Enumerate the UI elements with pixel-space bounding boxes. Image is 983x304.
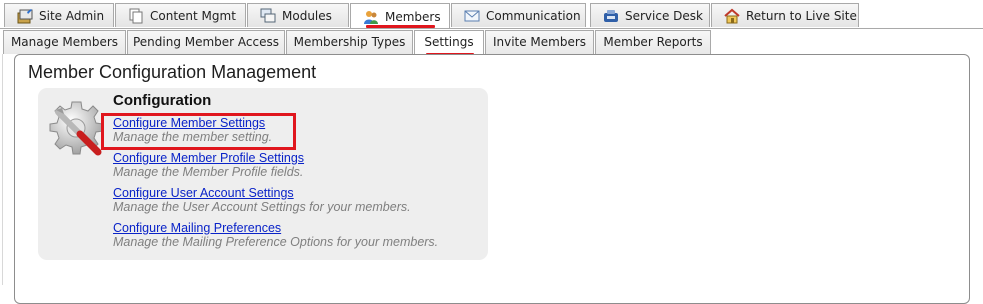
configure-member-profile-settings-link[interactable]: Configure Member Profile Settings (113, 151, 304, 165)
tab-return-to-live-site[interactable]: Return to Live Site (711, 3, 859, 27)
config-item-member-profile: Configure Member Profile Settings Manage… (113, 151, 304, 179)
subtab-label: Member Reports (603, 35, 703, 49)
home-icon (724, 8, 740, 23)
tab-label: Content Mgmt (150, 8, 236, 23)
annotation-underline-members (366, 25, 435, 28)
tab-label: Communication (486, 8, 581, 23)
subtab-settings[interactable]: Settings (414, 30, 484, 55)
subtab-membership-types[interactable]: Membership Types (286, 30, 413, 54)
item-description: Manage the User Account Settings for you… (113, 200, 411, 214)
content-mgmt-icon (129, 8, 143, 23)
tab-service-desk[interactable]: Service Desk (590, 3, 710, 27)
tab-modules[interactable]: Modules (247, 3, 349, 27)
item-description: Manage the Mailing Preference Options fo… (113, 235, 439, 249)
subtab-label: Invite Members (492, 35, 587, 49)
configure-mailing-preferences-link[interactable]: Configure Mailing Preferences (113, 221, 438, 235)
subtab-label: Membership Types (293, 35, 406, 49)
page-title: Member Configuration Management (28, 62, 317, 82)
section-heading: Configuration (113, 92, 212, 109)
config-item-mailing-preferences: Configure Mailing Preferences Manage the… (113, 221, 438, 249)
tab-label: Site Admin (39, 8, 105, 23)
tab-label: Return to Live Site (746, 8, 857, 23)
modules-icon (260, 8, 276, 22)
subtab-label: Manage Members (10, 35, 119, 49)
tab-label: Modules (282, 8, 332, 23)
subtab-label: Pending Member Access (132, 35, 280, 49)
config-item-user-account: Configure User Account Settings Manage t… (113, 186, 411, 214)
tools-settings-icon (49, 101, 104, 156)
site-admin-icon (17, 8, 33, 23)
subtab-member-reports[interactable]: Member Reports (595, 30, 711, 54)
configure-user-account-settings-link[interactable]: Configure User Account Settings (113, 186, 411, 200)
subtab-invite-members[interactable]: Invite Members (485, 30, 594, 54)
tab-label: Members (385, 9, 441, 24)
tab-bar-divider (0, 28, 983, 29)
tab-label: Service Desk (625, 8, 703, 23)
tab-site-admin[interactable]: Site Admin (4, 3, 114, 27)
sub-tab-bar: Manage Members Pending Member Access Mem… (3, 30, 723, 55)
subtab-manage-members[interactable]: Manage Members (3, 30, 126, 54)
service-desk-icon (604, 9, 618, 22)
top-tab-bar: Site Admin Content Mgmt Modules Members … (4, 3, 979, 29)
subtab-label: Settings (424, 35, 474, 49)
item-description: Manage the Member Profile fields. (113, 165, 304, 179)
annotation-highlight-box (101, 113, 296, 150)
tab-communication[interactable]: Communication (451, 3, 586, 27)
content-panel: Member Configuration Management Configur… (14, 54, 970, 304)
members-icon (364, 10, 378, 24)
page-edge-rule (2, 54, 3, 285)
subtab-pending-member-access[interactable]: Pending Member Access (127, 30, 285, 54)
envelope-icon (464, 10, 480, 21)
tab-content-mgmt[interactable]: Content Mgmt (115, 3, 246, 27)
